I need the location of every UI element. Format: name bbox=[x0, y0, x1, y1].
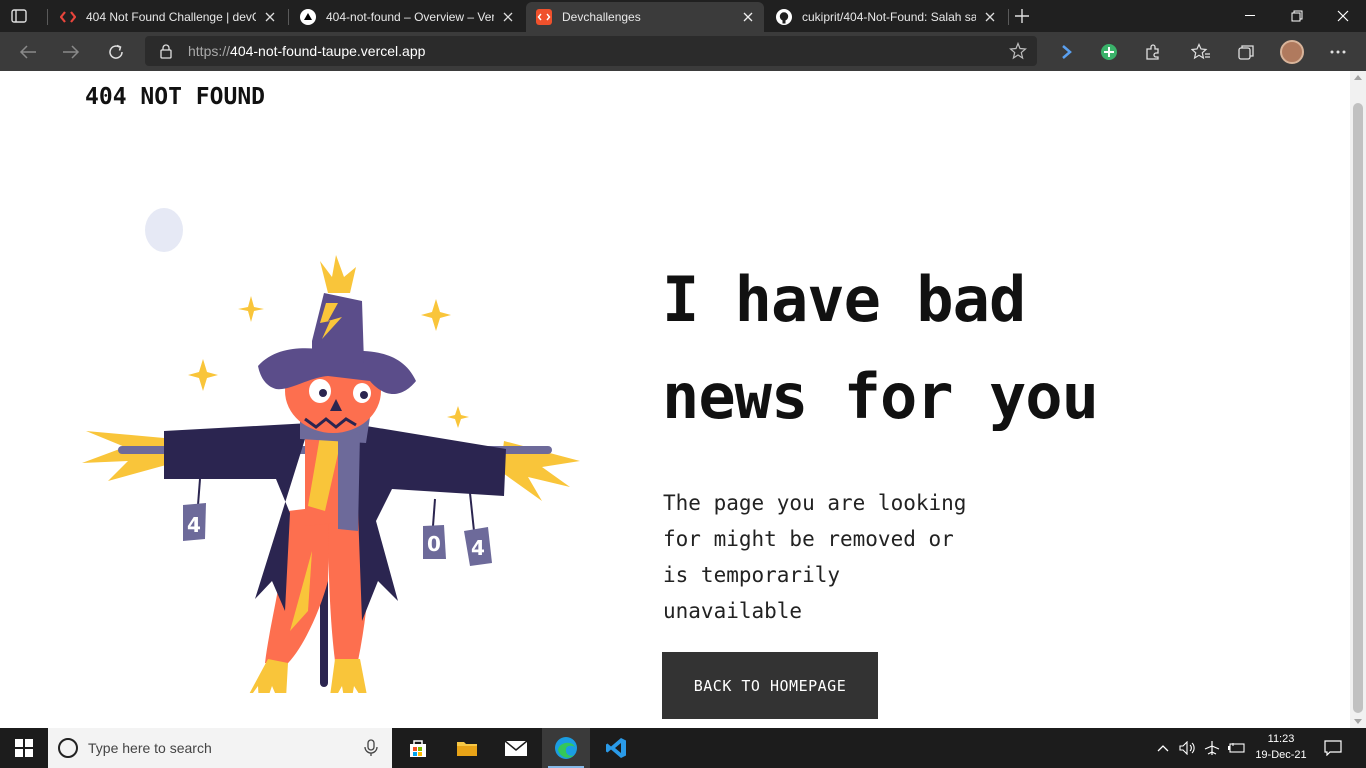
more-menu-icon[interactable] bbox=[1326, 40, 1350, 64]
tab-separator bbox=[1008, 9, 1009, 25]
extensions-puzzle-icon[interactable] bbox=[1141, 40, 1165, 64]
new-tab-icon[interactable] bbox=[1012, 6, 1032, 26]
close-tab-icon[interactable] bbox=[982, 9, 998, 25]
scroll-down-icon[interactable] bbox=[1354, 719, 1362, 724]
add-extension-icon[interactable] bbox=[1097, 40, 1121, 64]
headline-line: news for you bbox=[662, 360, 1099, 433]
mail-icon[interactable] bbox=[492, 728, 540, 768]
site-brand[interactable]: 404 NOT FOUND bbox=[85, 84, 265, 110]
taskbar-search-box[interactable]: Type here to search bbox=[48, 728, 392, 768]
windows-taskbar: Type here to search 11:23 19-Dec-21 bbox=[0, 728, 1366, 768]
battery-icon[interactable] bbox=[1226, 728, 1246, 768]
favorites-icon[interactable] bbox=[1189, 40, 1213, 64]
airplane-mode-icon[interactable] bbox=[1202, 728, 1222, 768]
page-description: The page you are looking for might be re… bbox=[663, 485, 1043, 629]
search-placeholder: Type here to search bbox=[88, 740, 212, 756]
page-scrollbar[interactable] bbox=[1350, 71, 1366, 728]
microsoft-store-icon[interactable] bbox=[394, 728, 442, 768]
file-explorer-icon[interactable] bbox=[443, 728, 491, 768]
sparkle-icon bbox=[421, 299, 451, 331]
clock-date: 19-Dec-21 bbox=[1255, 749, 1307, 761]
tab-separator bbox=[47, 9, 48, 25]
tab-devchallenges-active[interactable]: Devchallenges bbox=[526, 2, 764, 32]
scarf-tail bbox=[338, 431, 360, 531]
tab-github-repo[interactable]: cukiprit/404-Not-Found: Salah sa bbox=[766, 2, 1006, 32]
tab-vercel-overview[interactable]: 404-not-found – Overview – Verc bbox=[290, 2, 524, 32]
cortana-icon bbox=[58, 738, 78, 758]
can-label: 4 bbox=[471, 536, 485, 560]
tab-title: 404-not-found – Overview – Verc bbox=[326, 10, 494, 24]
back-arrow-icon[interactable] bbox=[16, 40, 40, 64]
collections-icon[interactable] bbox=[1234, 40, 1258, 64]
refresh-icon[interactable] bbox=[104, 40, 128, 64]
notifications-icon[interactable] bbox=[1320, 728, 1346, 768]
vercel-icon bbox=[300, 9, 316, 25]
right-foot-straw bbox=[330, 659, 367, 693]
restore-icon[interactable] bbox=[1274, 0, 1320, 32]
tab-title: cukiprit/404-Not-Found: Salah sa bbox=[802, 10, 976, 24]
back-to-homepage-button[interactable]: BACK TO HOMEPAGE bbox=[662, 652, 878, 719]
volume-icon[interactable] bbox=[1178, 728, 1198, 768]
page-viewport: 404 NOT FOUND 4 0 4 I have bad news for … bbox=[0, 71, 1350, 728]
page-headline: I have bad news for you bbox=[662, 251, 1222, 445]
scarecrow-illustration: 4 0 4 bbox=[82, 208, 580, 693]
description-line: unavailable bbox=[663, 599, 803, 623]
github-icon bbox=[776, 9, 792, 25]
clock-time: 11:23 bbox=[1267, 733, 1295, 745]
close-tab-icon[interactable] bbox=[740, 9, 756, 25]
can-label: 0 bbox=[427, 532, 441, 556]
left-foot-straw bbox=[249, 659, 288, 693]
address-bar[interactable]: https://404-not-found-taupe.vercel.app bbox=[145, 36, 1037, 66]
coat-right bbox=[348, 423, 506, 621]
browser-toolbar: https://404-not-found-taupe.vercel.app bbox=[0, 32, 1366, 71]
lock-icon[interactable] bbox=[158, 43, 174, 59]
system-clock[interactable]: 11:23 19-Dec-21 bbox=[1248, 731, 1314, 763]
forward-arrow-icon[interactable] bbox=[59, 40, 83, 64]
edge-browser-icon[interactable] bbox=[542, 728, 590, 768]
minimize-icon[interactable] bbox=[1228, 0, 1274, 32]
add-favorite-icon[interactable] bbox=[1009, 41, 1027, 60]
windows-start-icon[interactable] bbox=[0, 728, 48, 768]
headline-line: I have bad bbox=[662, 263, 1026, 336]
left-hand-straw bbox=[82, 431, 166, 481]
url-text: https://404-not-found-taupe.vercel.app bbox=[188, 43, 426, 59]
extension-arrow-icon[interactable] bbox=[1055, 40, 1079, 64]
tray-overflow-icon[interactable] bbox=[1155, 728, 1171, 768]
moon-shape bbox=[145, 208, 183, 252]
hat-straw bbox=[320, 255, 356, 293]
description-line: The page you are looking bbox=[663, 491, 967, 515]
tab-title: Devchallenges bbox=[562, 10, 641, 24]
tab-title: 404 Not Found Challenge | devC bbox=[86, 10, 256, 24]
sparkle-icon bbox=[238, 296, 264, 322]
tab-separator bbox=[288, 9, 289, 25]
description-line: for might be removed or bbox=[663, 527, 954, 551]
devchallenges-orange-icon bbox=[536, 9, 552, 25]
scroll-up-icon[interactable] bbox=[1354, 75, 1362, 80]
description-line: is temporarily bbox=[663, 563, 841, 587]
close-window-icon[interactable] bbox=[1320, 0, 1366, 32]
sparkle-icon bbox=[188, 359, 218, 391]
profile-avatar[interactable] bbox=[1280, 40, 1304, 64]
close-tab-icon[interactable] bbox=[262, 9, 278, 25]
tab-devchallenges-challenge[interactable]: 404 Not Found Challenge | devC bbox=[50, 2, 286, 32]
browser-tab-strip: 404 Not Found Challenge | devC 404-not-f… bbox=[0, 0, 1366, 32]
sparkle-icon bbox=[447, 406, 469, 428]
scrollbar-thumb[interactable] bbox=[1353, 103, 1363, 713]
close-tab-icon[interactable] bbox=[500, 9, 516, 25]
devchallenges-red-icon bbox=[60, 9, 76, 25]
tab-actions-icon[interactable] bbox=[10, 7, 28, 25]
vscode-icon[interactable] bbox=[592, 728, 640, 768]
hat-top bbox=[312, 293, 364, 363]
can-label: 4 bbox=[187, 513, 201, 537]
microphone-icon[interactable] bbox=[364, 739, 378, 757]
